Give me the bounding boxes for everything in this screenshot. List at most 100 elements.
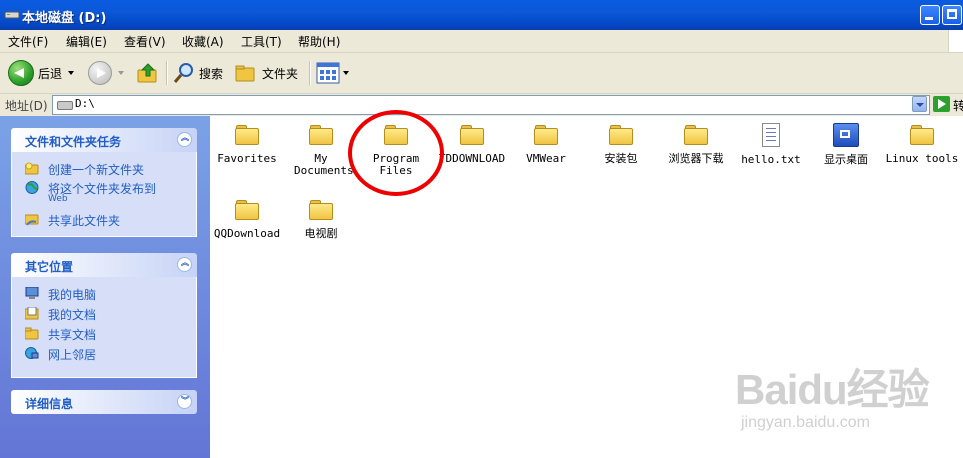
file-item-installers[interactable]: 安装包: [583, 125, 659, 165]
maximize-button[interactable]: [942, 5, 962, 25]
folder-icon: [609, 125, 633, 145]
forward-dropdown-icon[interactable]: [118, 71, 124, 75]
baidu-watermark: Baidu经验 jingyan.baidu.com: [735, 356, 960, 456]
file-folder-tasks-body: 创建一个新文件夹 将这个文件夹发布到 Web 共享此文件夹: [11, 152, 197, 237]
other-places-body: 我的电脑 我的文档 共享文档 网上邻居: [11, 277, 197, 378]
views-dropdown-icon[interactable]: [343, 71, 349, 75]
place-label: 共享文档: [48, 328, 97, 342]
back-label: 后退: [38, 66, 63, 81]
file-name: TDDOWNLOAD: [438, 152, 506, 165]
panel-title: 其它位置: [25, 260, 74, 274]
file-item-qqdownload[interactable]: QQDownload: [209, 200, 285, 240]
folder-icon: [460, 125, 484, 145]
expand-icon[interactable]: ︾: [177, 394, 192, 409]
folders-button[interactable]: 文件夹: [234, 57, 298, 89]
views-button[interactable]: [316, 57, 349, 89]
file-folder-tasks-panel: 文件和文件夹任务 ︽ 创建一个新文件夹 将这个文件夹发布到 Web 共享此文件夹: [11, 128, 197, 237]
other-places-panel: 其它位置 ︽ 我的电脑 我的文档 共享文档 网上邻居: [11, 253, 197, 378]
minimize-icon: [925, 17, 933, 20]
file-item-linux-tools[interactable]: Linux tools: [884, 125, 960, 165]
toolbar-separator: [166, 61, 168, 85]
address-label: 地址(D): [5, 99, 48, 113]
share-folder-icon: [25, 214, 39, 226]
file-item-vmwear[interactable]: VMWear: [508, 125, 584, 165]
file-item-browser-downloads[interactable]: 浏览器下载: [658, 125, 734, 165]
back-button[interactable]: 后退: [8, 57, 75, 89]
file-item-tv-series[interactable]: 电视剧: [283, 200, 359, 240]
folder-icon: [309, 125, 333, 145]
place-label: 我的文档: [48, 308, 97, 322]
file-name: 浏览器下载: [668, 152, 724, 165]
toolbar-separator: [309, 61, 311, 85]
show-desktop-icon: [833, 123, 859, 147]
file-name: 安装包: [604, 152, 638, 165]
file-name: hello.txt: [741, 153, 801, 166]
minimize-button[interactable]: [920, 5, 940, 25]
panel-title: 文件和文件夹任务: [25, 135, 122, 149]
folder-icon: [534, 125, 558, 145]
file-name: QQDownload: [213, 227, 281, 240]
forward-arrow-icon: [88, 61, 112, 85]
go-label[interactable]: 转: [953, 97, 963, 114]
drive-icon: [57, 101, 73, 110]
address-bar: 地址(D) D:\ 转: [0, 93, 963, 116]
back-dropdown-icon[interactable]: [68, 71, 75, 75]
file-item-favorites[interactable]: Favorites: [209, 125, 285, 165]
go-arrow-icon[interactable]: [933, 96, 950, 112]
folder-icon: [309, 200, 333, 220]
file-name: Favorites: [217, 152, 277, 165]
details-panel: 详细信息 ︾: [11, 390, 197, 414]
collapse-icon[interactable]: ︽: [177, 257, 192, 272]
file-name: Linux tools: [885, 152, 959, 165]
menu-file[interactable]: 文件(F): [8, 33, 48, 50]
file-item-show-desktop[interactable]: 显示桌面: [808, 123, 884, 166]
other-places-header[interactable]: 其它位置 ︽: [11, 253, 197, 277]
globe-icon: [25, 181, 39, 194]
toolbar: 后退 搜索 文件夹: [0, 53, 963, 93]
panel-title: 详细信息: [25, 397, 74, 411]
file-name: 电视剧: [304, 227, 338, 240]
maximize-icon: [947, 9, 957, 19]
menu-favorites[interactable]: 收藏(A): [182, 33, 224, 50]
watermark-brand: Baidu经验: [735, 366, 930, 413]
folders-icon: [235, 65, 255, 82]
address-value: D:\: [75, 97, 95, 110]
address-input[interactable]: D:\: [52, 95, 930, 115]
folder-icon: [910, 125, 934, 145]
search-button[interactable]: 搜索: [172, 57, 223, 89]
menu-view[interactable]: 查看(V): [124, 33, 166, 50]
collapse-icon[interactable]: ︽: [177, 132, 192, 147]
windows-flag-icon: [948, 30, 963, 52]
file-item-tddownload[interactable]: TDDOWNLOAD: [434, 125, 510, 165]
address-dropdown-button[interactable]: [912, 96, 927, 112]
my-documents-icon: [25, 307, 39, 320]
up-folder-icon: [137, 63, 157, 83]
task-label-line2: Web: [48, 194, 68, 204]
file-name: My Documents: [294, 152, 354, 177]
menu-bar: 文件(F) 编辑(E) 查看(V) 收藏(A) 工具(T) 帮助(H): [0, 30, 963, 53]
views-icon: [316, 62, 340, 84]
menu-edit[interactable]: 编辑(E): [66, 33, 107, 50]
new-folder-icon: [25, 162, 39, 175]
details-header[interactable]: 详细信息 ︾: [11, 390, 197, 414]
file-folder-tasks-header[interactable]: 文件和文件夹任务 ︽: [11, 128, 197, 152]
place-label: 网上邻居: [48, 348, 97, 362]
file-name: 显示桌面: [824, 153, 868, 166]
folder-icon: [235, 200, 259, 220]
text-file-icon: [762, 123, 780, 147]
place-label: 我的电脑: [48, 288, 97, 302]
drive-icon: [4, 11, 20, 19]
folders-label: 文件夹: [262, 66, 299, 81]
highlight-circle-annotation: [348, 110, 444, 196]
menu-tools[interactable]: 工具(T): [241, 33, 282, 50]
folder-icon: [235, 125, 259, 145]
window-title: 本地磁盘 (D:): [22, 11, 107, 26]
file-item-hello-txt[interactable]: hello.txt: [733, 123, 809, 166]
menu-help[interactable]: 帮助(H): [298, 33, 340, 50]
up-folder-button[interactable]: [136, 57, 160, 89]
forward-button[interactable]: [88, 57, 124, 89]
back-arrow-icon: [8, 60, 34, 86]
my-computer-icon: [25, 287, 39, 299]
task-label: 共享此文件夹: [48, 214, 121, 228]
file-name: VMWear: [526, 152, 566, 165]
